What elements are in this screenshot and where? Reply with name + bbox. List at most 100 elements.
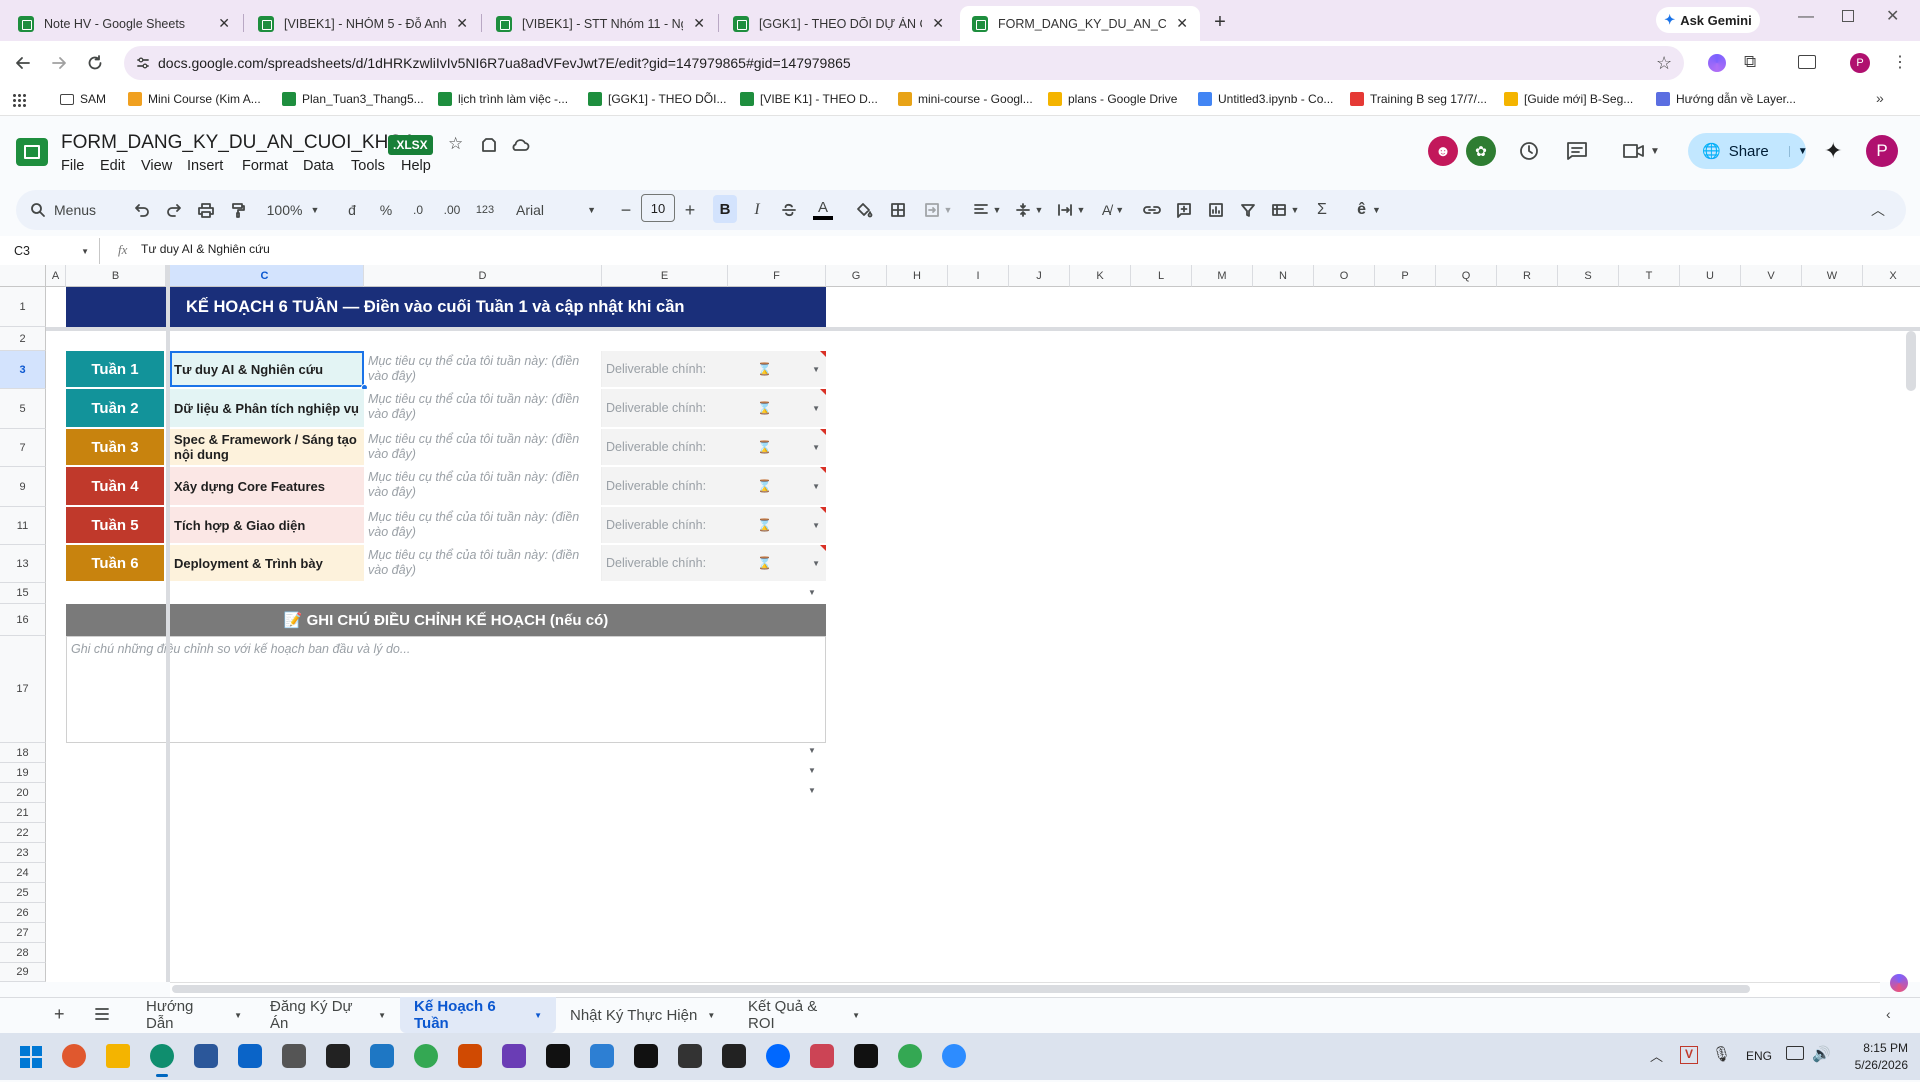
week-goal-input[interactable]: Mục tiêu cụ thể của tôi tuần này: (điền … [364, 507, 602, 543]
horizontal-scrollbar-thumb[interactable] [172, 985, 1750, 993]
menu-view[interactable]: View [141, 158, 172, 174]
notes-title-bar[interactable]: 📝 GHI CHÚ ĐIỀU CHỈNH KẾ HOẠCH (nếu có) [66, 604, 826, 636]
meet-icon[interactable]: ▼ [1622, 143, 1660, 159]
zalo-icon[interactable] [766, 1044, 790, 1068]
close-tab-icon[interactable]: ✕ [1176, 15, 1188, 32]
collaborator-avatar-2[interactable]: ✿ [1466, 136, 1496, 166]
chrome-profile-icon[interactable] [898, 1044, 922, 1068]
increase-decimal-button[interactable]: .00 [438, 200, 466, 220]
browser-tab[interactable]: [VIBEK1] - NHÓM 5 - Đỗ Anh V ✕ [246, 6, 480, 41]
row-header[interactable]: 16 [0, 604, 46, 636]
sheet-tab[interactable]: Kế Hoạch 6 Tuần ▼ [400, 997, 556, 1033]
row-header[interactable]: 24 [0, 863, 46, 883]
row-header[interactable]: 9 [0, 467, 46, 507]
row-header[interactable]: 11 [0, 507, 46, 545]
week-label[interactable]: Tuần 2 [66, 389, 164, 427]
column-header[interactable]: C [166, 265, 364, 287]
share-button[interactable]: 🌐 Share ▼ [1688, 133, 1808, 169]
column-header[interactable]: N [1253, 265, 1314, 287]
split-view-icon[interactable] [1798, 55, 1816, 69]
outlook-icon[interactable] [238, 1044, 262, 1068]
row-15-dropdown-icon[interactable]: ▼ [808, 588, 816, 597]
notes-area[interactable]: Ghi chú những điều chỉnh so với kế hoạch… [66, 636, 826, 743]
row-19-dropdown-icon[interactable]: ▼ [808, 766, 816, 775]
column-header[interactable]: J [1009, 265, 1070, 287]
unity-icon[interactable] [678, 1044, 702, 1068]
sheet-tab[interactable]: Hướng Dẫn ▼ [132, 997, 256, 1033]
close-tab-icon[interactable]: ✕ [218, 15, 230, 32]
vertical-align-icon[interactable]: ▼ [1012, 200, 1046, 220]
restore-window-button[interactable] [1842, 10, 1854, 22]
browser-tab[interactable]: [GGK1] - THEO DÕI DỰ ÁN CÁ ✕ [721, 6, 956, 41]
decrease-decimal-button[interactable]: .0 [406, 200, 430, 220]
menu-insert[interactable]: Insert [187, 158, 223, 174]
account-avatar[interactable]: P [1866, 135, 1898, 167]
sheet-menu-chevron-icon[interactable]: ▼ [234, 1011, 242, 1020]
bookmark-item[interactable]: Hướng dẫn về Layer... [1656, 92, 1796, 106]
wattpad-icon[interactable] [546, 1044, 570, 1068]
row-header[interactable]: 20 [0, 783, 46, 803]
row-header[interactable]: 21 [0, 803, 46, 823]
functions-icon[interactable]: Σ [1312, 200, 1332, 220]
collaborator-avatar-1[interactable]: ☻ [1428, 136, 1458, 166]
cloud-status-icon[interactable] [510, 138, 530, 152]
sheet-scroll-left-icon[interactable]: ‹ [1886, 1006, 1891, 1022]
spreadsheet-grid[interactable]: ABCDEFGHIJKLMNOPQRSTUVWX 1 2 3 5 7 9 11 13 15 16 1… [0, 265, 1920, 982]
row-header[interactable]: 25 [0, 883, 46, 903]
sheet-tab[interactable]: Đăng Ký Dự Án ▼ [256, 997, 400, 1033]
explore-icon[interactable] [1890, 974, 1908, 992]
site-info-icon[interactable] [136, 56, 150, 70]
row-header[interactable]: 18 [0, 743, 46, 763]
row-header[interactable]: 23 [0, 843, 46, 863]
menu-tools[interactable]: Tools [351, 158, 385, 174]
filter-views-icon[interactable]: ▼ [1268, 200, 1302, 220]
horizontal-align-icon[interactable]: ▼ [970, 200, 1004, 220]
week-goal-input[interactable]: Mục tiêu cụ thể của tôi tuần này: (điền … [364, 545, 602, 581]
week-label[interactable]: Tuần 3 [66, 429, 164, 465]
bookmark-item[interactable]: [Guide mới] B-Seg... [1504, 92, 1633, 106]
zoom-select[interactable]: 100% ▼ [262, 200, 324, 220]
week-goal-input[interactable]: Mục tiêu cụ thể của tôi tuần này: (điền … [364, 351, 602, 387]
column-header[interactable]: L [1131, 265, 1192, 287]
browser-tab[interactable]: Note HV - Google Sheets ✕ [6, 6, 242, 41]
store-icon[interactable] [194, 1044, 218, 1068]
row-header[interactable]: 5 [0, 389, 46, 429]
photos-icon[interactable] [590, 1044, 614, 1068]
plan-title-banner[interactable]: KẾ HOẠCH 6 TUẦN — Điền vào cuối Tuần 1 v… [66, 287, 826, 327]
currency-format-button[interactable]: đ [342, 200, 362, 220]
app-icon[interactable] [282, 1044, 306, 1068]
network-icon[interactable] [1786, 1046, 1804, 1060]
week-topic[interactable]: Xây dựng Core Features [170, 467, 364, 505]
insert-link-icon[interactable] [1142, 200, 1162, 220]
bookmark-star-icon[interactable]: ☆ [1656, 53, 1672, 74]
column-header[interactable]: W [1802, 265, 1863, 287]
number-format-button[interactable]: 123 [472, 200, 498, 220]
column-header[interactable]: K [1070, 265, 1131, 287]
sheet-menu-chevron-icon[interactable]: ▼ [534, 1011, 542, 1020]
week-goal-input[interactable]: Mục tiêu cụ thể của tôi tuần này: (điền … [364, 389, 602, 427]
decrease-font-size-button[interactable]: − [618, 200, 634, 220]
week-deliverable-input[interactable]: Deliverable chính: [602, 545, 728, 581]
week-deliverable-input[interactable]: Deliverable chính: [602, 467, 728, 505]
merge-cells-icon[interactable]: ▼ [920, 200, 956, 220]
row-header[interactable]: 29 [0, 963, 46, 982]
week-status-dropdown[interactable]: ⌛ ▼ [728, 351, 826, 387]
windows-start-icon[interactable] [20, 1046, 42, 1068]
show-hidden-icons[interactable]: ︿ [1650, 1046, 1663, 1065]
bookmark-item[interactable]: Mini Course (Kim A... [128, 92, 261, 106]
column-header[interactable]: H [887, 265, 948, 287]
row-header[interactable]: 15 [0, 583, 46, 604]
browser-tab[interactable]: [VIBEK1] - STT Nhóm 11 - Ngu ✕ [484, 6, 717, 41]
volume-icon[interactable]: 🔊 [1812, 1045, 1831, 1063]
bold-button[interactable]: B [713, 195, 737, 223]
zoom-icon[interactable] [942, 1044, 966, 1068]
github-icon[interactable] [326, 1044, 350, 1068]
star-icon[interactable]: ☆ [448, 134, 463, 154]
frozen-column-divider[interactable] [166, 265, 170, 982]
input-tools-icon[interactable]: ê ▼ [1352, 200, 1386, 220]
apps-grid-icon[interactable] [12, 93, 26, 107]
week-goal-input[interactable]: Mục tiêu cụ thể của tôi tuần này: (điền … [364, 429, 602, 465]
week-status-dropdown[interactable]: ⌛ ▼ [728, 507, 826, 543]
print-icon[interactable] [196, 200, 216, 220]
back-button[interactable] [14, 54, 32, 72]
